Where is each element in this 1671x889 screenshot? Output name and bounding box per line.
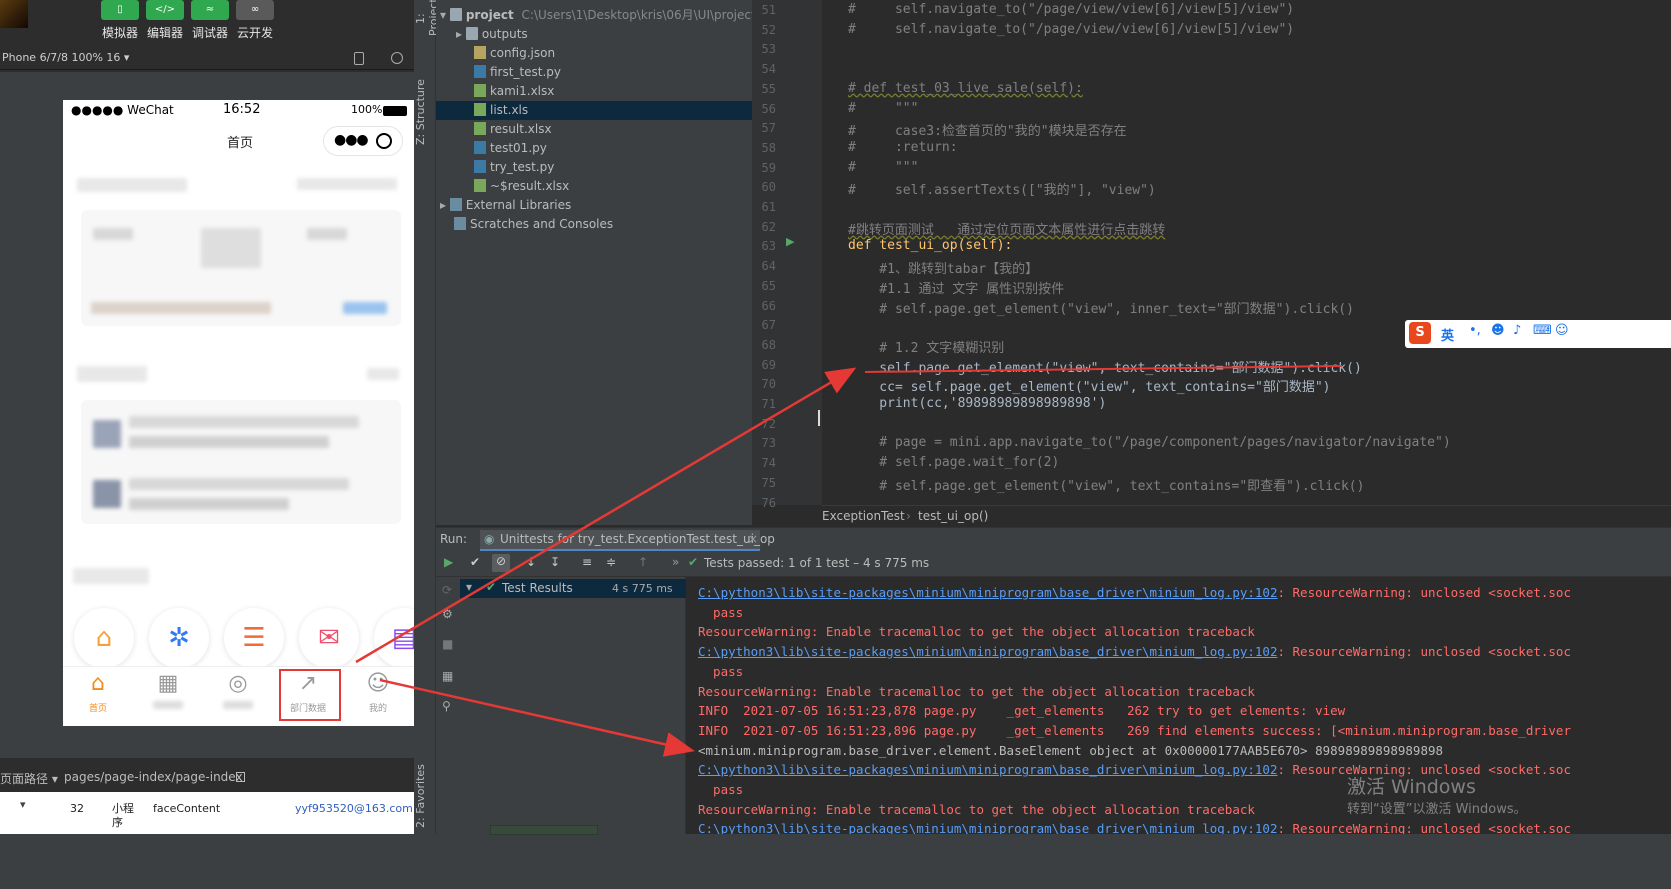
underline-annotation [864, 365, 1343, 373]
arrow-to-console [379, 678, 695, 757]
arrow-to-code [355, 367, 857, 664]
annotation-overlay [355, 365, 1343, 757]
